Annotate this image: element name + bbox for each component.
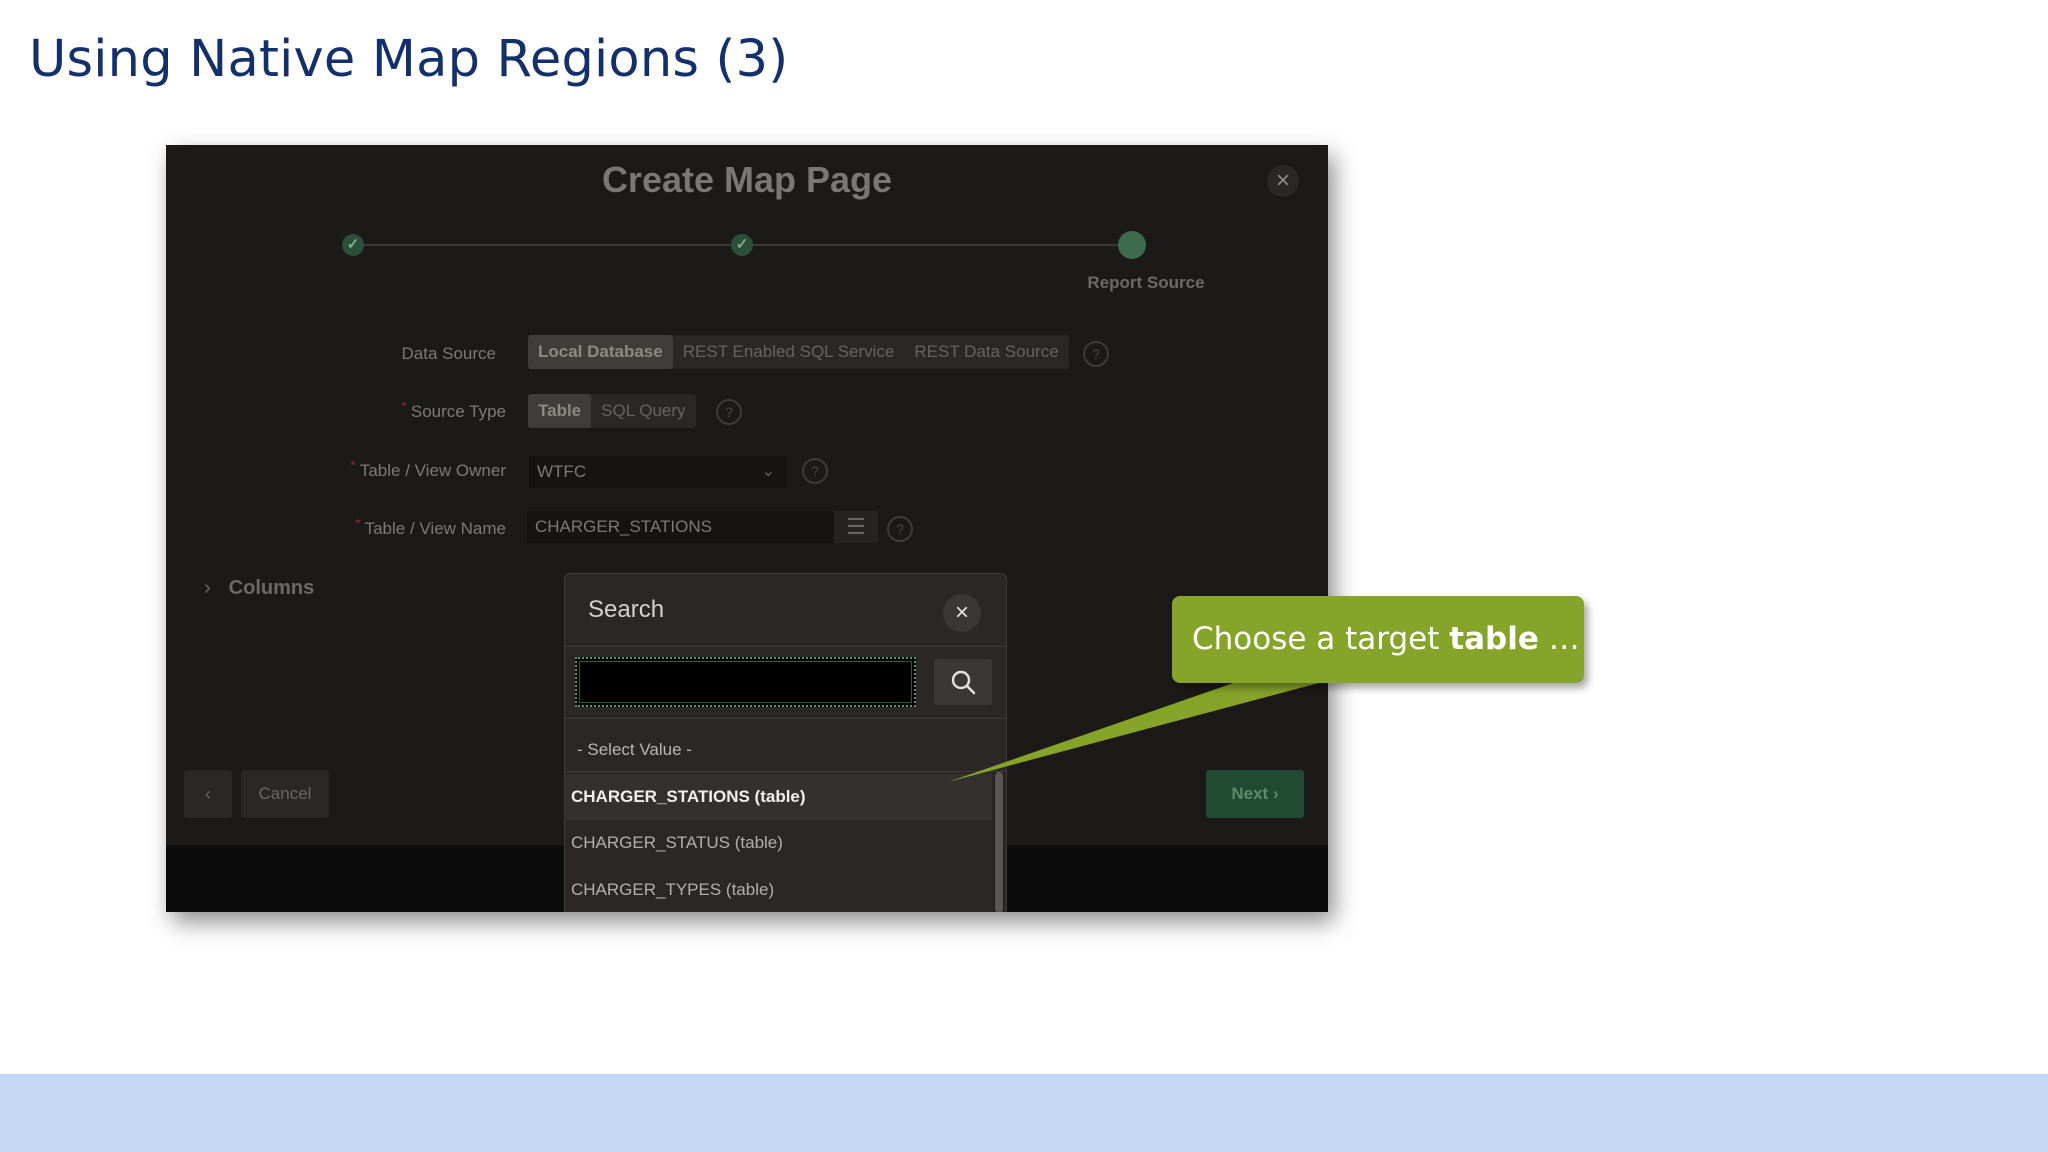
list-icon[interactable]: ☰ bbox=[834, 511, 878, 543]
chevron-left-icon: ‹ bbox=[205, 784, 211, 804]
source-type-sql-query[interactable]: SQL Query bbox=[591, 394, 695, 428]
data-source-local-database[interactable]: Local Database bbox=[528, 335, 673, 369]
create-map-page-dialog: Create Map Page × ✓ ✓ Report Source Data… bbox=[166, 145, 1328, 912]
data-source-help-icon[interactable]: ? bbox=[1083, 341, 1109, 367]
data-source-switch: Local Database REST Enabled SQL Service … bbox=[528, 335, 1069, 369]
chevron-down-icon: ⌄ bbox=[761, 463, 775, 480]
callout-text-suffix: … bbox=[1538, 621, 1580, 657]
slide-title: Using Native Map Regions (3) bbox=[29, 30, 789, 89]
step-1-check-icon: ✓ bbox=[342, 234, 364, 256]
step-3-current-marker bbox=[1118, 231, 1146, 259]
step-label-report-source: Report Source bbox=[1087, 273, 1205, 292]
search-icon bbox=[951, 670, 976, 695]
table-owner-value: WTFC bbox=[537, 462, 587, 481]
list-item-charger-stations[interactable]: CHARGER_STATIONS (table) bbox=[565, 774, 992, 820]
required-asterisk: * bbox=[401, 398, 407, 414]
select-value-option[interactable]: - Select Value - bbox=[577, 740, 692, 760]
table-name-label: * Table / View Name bbox=[355, 515, 506, 538]
table-name-field[interactable]: CHARGER_STATIONS bbox=[527, 511, 833, 543]
step-2-check-icon: ✓ bbox=[731, 234, 753, 256]
search-popup: Search × - Select Value - CHARGER_STATIO… bbox=[564, 573, 1007, 912]
source-type-table[interactable]: Table bbox=[528, 394, 592, 428]
source-type-switch: Table SQL Query bbox=[528, 394, 696, 428]
dialog-title: Create Map Page bbox=[601, 159, 893, 200]
columns-collapsible[interactable]: › Columns bbox=[204, 577, 314, 600]
divider bbox=[565, 771, 1006, 772]
search-button[interactable] bbox=[934, 659, 992, 705]
next-button[interactable]: Next › bbox=[1206, 770, 1304, 818]
search-popup-title: Search bbox=[588, 596, 665, 623]
divider bbox=[565, 718, 1006, 719]
columns-label: Columns bbox=[228, 577, 315, 599]
table-name-help-icon[interactable]: ? bbox=[887, 516, 913, 542]
chevron-right-icon: › bbox=[1272, 784, 1279, 803]
callout-box: Choose a target table … bbox=[1172, 596, 1584, 683]
chevron-right-icon: › bbox=[204, 577, 211, 599]
source-type-help-icon[interactable]: ? bbox=[716, 399, 742, 425]
required-asterisk: * bbox=[350, 457, 356, 473]
required-asterisk: * bbox=[355, 515, 361, 531]
data-source-rest-enabled-sql[interactable]: REST Enabled SQL Service bbox=[673, 335, 905, 369]
callout-text: Choose a target bbox=[1192, 621, 1450, 657]
table-owner-label: * Table / View Owner bbox=[350, 457, 506, 480]
divider bbox=[565, 646, 1006, 647]
callout-text-bold: table bbox=[1449, 621, 1539, 657]
footer-band bbox=[0, 1074, 2048, 1152]
search-input[interactable] bbox=[575, 657, 916, 707]
list-item-charger-types[interactable]: CHARGER_TYPES (table) bbox=[565, 867, 992, 912]
scrollbar-thumb[interactable] bbox=[995, 772, 1003, 912]
source-type-label: * Source Type bbox=[401, 398, 506, 421]
cancel-button[interactable]: Cancel bbox=[241, 770, 329, 818]
table-owner-help-icon[interactable]: ? bbox=[802, 458, 828, 484]
close-icon[interactable]: × bbox=[1267, 165, 1299, 197]
list-item-charger-status[interactable]: CHARGER_STATUS (table) bbox=[565, 820, 992, 866]
next-label: Next bbox=[1231, 784, 1269, 803]
table-owner-select[interactable]: WTFC ⌄ bbox=[529, 456, 787, 488]
close-icon[interactable]: × bbox=[943, 594, 981, 632]
data-source-rest-data-source[interactable]: REST Data Source bbox=[904, 335, 1068, 369]
data-source-label: Data Source bbox=[401, 344, 497, 363]
previous-button[interactable]: ‹ bbox=[184, 770, 232, 818]
